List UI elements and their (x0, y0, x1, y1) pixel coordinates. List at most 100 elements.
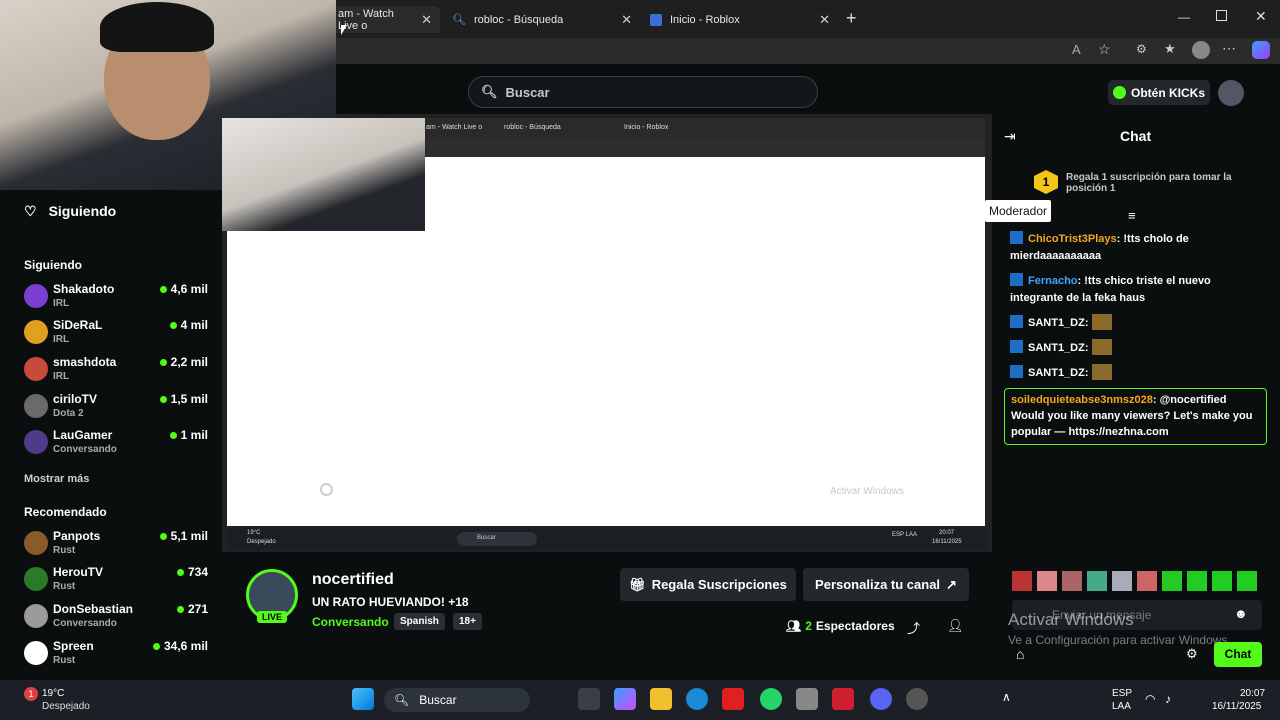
store-icon[interactable] (796, 688, 818, 710)
loading-spinner (320, 483, 333, 496)
rating-tag[interactable]: 18+ (453, 613, 482, 630)
channel-name[interactable]: nocertified (312, 571, 394, 589)
taskbar-time[interactable]: 20:07 (1240, 688, 1265, 699)
close-icon[interactable]: ✕ (621, 12, 632, 28)
emote-icon[interactable] (1187, 571, 1207, 591)
get-kicks-button[interactable]: Obtén KICKs (1108, 80, 1210, 105)
sidebar-channel[interactable]: ciriloTV Dota 2 1,5 mil (22, 392, 212, 426)
show-more-link[interactable]: Mostrar más (24, 473, 89, 485)
favorites-icon[interactable]: ★ (1164, 41, 1176, 57)
sidebar-channel[interactable]: SiDeRaL IRL 4 mil (22, 318, 212, 352)
emote-icon[interactable] (1112, 571, 1132, 591)
wps-icon[interactable] (832, 688, 854, 710)
follow-user-icon[interactable]: 👤︎ (947, 618, 964, 634)
gift-icon: 🎁︎ (629, 576, 646, 592)
chat-message: ChicoTrist3Plays: !tts cholo de mierdaaa… (1010, 231, 1189, 262)
wifi-icon[interactable]: ◠ (1145, 692, 1155, 706)
emote-icon[interactable] (1212, 571, 1232, 591)
sidebar-channel[interactable]: Shakadoto IRL 4,6 mil (22, 282, 212, 316)
mouse-cursor-icon (341, 25, 347, 35)
taskbar-weather[interactable]: 19°C (42, 688, 64, 699)
emote-icon[interactable] (1037, 571, 1057, 591)
profile-avatar[interactable] (1192, 41, 1210, 59)
settings-gear-icon[interactable]: ⚙ (1186, 646, 1198, 662)
avatar (24, 320, 48, 344)
emote-bar (1012, 571, 1262, 591)
close-icon[interactable]: ✕ (819, 12, 830, 28)
tab-title: Inicio - Roblox (670, 13, 740, 26)
following-header: Siguiendo (24, 258, 82, 272)
taskbar-lang[interactable]: ESP (1112, 688, 1132, 699)
emoji-icon[interactable]: ☻ (1234, 606, 1248, 621)
sidebar-channel[interactable]: smashdota IRL 2,2 mil (22, 355, 212, 389)
emote-icon[interactable] (1087, 571, 1107, 591)
shared-watermark: Activar Windows (830, 486, 904, 497)
copilot-icon[interactable] (1252, 41, 1270, 59)
maximize-icon[interactable] (1216, 10, 1227, 21)
pinned-icon[interactable]: ≡ (1128, 208, 1136, 223)
avatar (24, 357, 48, 381)
moderator-icon (1010, 315, 1023, 328)
chat-title: Chat (1120, 128, 1152, 144)
whatsapp-icon[interactable] (760, 688, 782, 710)
youtube-icon[interactable] (722, 688, 744, 710)
new-tab-button[interactable]: + (846, 8, 857, 29)
roblox-icon (650, 13, 662, 26)
tab-search[interactable]: 🔍︎ robloc - Búsqueda ✕ (444, 6, 640, 33)
gift-prompt[interactable]: Regala 1 suscripción para tomar la posic… (1066, 172, 1246, 194)
moderator-icon (1010, 231, 1023, 244)
emote-icon[interactable] (1237, 571, 1257, 591)
share-icon[interactable]: ⤴ (907, 618, 920, 637)
favorite-star-icon[interactable]: ☆ (1098, 41, 1111, 58)
sidebar-channel[interactable]: DonSebastian Conversando 271 (22, 602, 212, 636)
emote-icon[interactable] (1062, 571, 1082, 591)
close-icon[interactable]: ✕ (421, 12, 432, 28)
sidebar-channel[interactable]: Spreen Rust 34,6 mil (22, 639, 212, 673)
collapse-chat-icon[interactable]: ⇥ (1004, 128, 1016, 145)
emote-icon[interactable] (1012, 571, 1032, 591)
windows-start-icon[interactable] (352, 688, 374, 710)
tray-chevron-icon[interactable]: ∧ (1002, 690, 1011, 704)
window-close-icon[interactable]: ✕ (1255, 8, 1267, 25)
avatar (24, 531, 48, 555)
emote-icon[interactable] (1162, 571, 1182, 591)
customize-channel-button[interactable]: Personaliza tu canal ↗ (803, 568, 969, 601)
tab-roblox[interactable]: Inicio - Roblox ✕ (642, 6, 838, 33)
avatar (24, 394, 48, 418)
discord-icon[interactable] (870, 688, 892, 710)
avatar (24, 604, 48, 628)
language-tag[interactable]: Spanish (394, 613, 445, 630)
copilot-icon[interactable] (614, 688, 636, 710)
heart-icon: ♡ (24, 203, 37, 219)
sidebar-channel[interactable]: HerouTV Rust 734 (22, 565, 212, 599)
gift-shop-icon[interactable]: ⌂ (1016, 646, 1024, 662)
tab-title: robloc - Búsqueda (473, 13, 564, 26)
stream-category[interactable]: Conversando (312, 615, 389, 629)
moderator-icon (1010, 273, 1023, 286)
extensions-icon[interactable]: ⚙ (1136, 42, 1147, 56)
shared-taskbar: 19°C Despejado Buscar ESP LAA 20:07 16/1… (227, 528, 987, 550)
gift-subs-button[interactable]: 🎁︎ Regala Suscripciones (620, 568, 796, 601)
user-avatar[interactable] (1218, 80, 1244, 106)
chat-message: SANT1_DZ: (1010, 364, 1250, 382)
weather-badge: 1 (24, 687, 38, 701)
send-chat-button[interactable]: Chat (1214, 642, 1262, 667)
sidebar-channel[interactable]: LauGamer Conversando 1 mil (22, 428, 212, 462)
viewer-count: 734 (176, 565, 208, 579)
more-menu-icon[interactable]: ⋯ (1222, 40, 1236, 57)
shared-browser-tabs: am - Watch Live o robloc - Búsqueda Inic… (424, 118, 985, 140)
taskbar-search[interactable]: 🔍︎ Buscar (384, 688, 530, 712)
moderator-icon (1010, 340, 1023, 353)
edge-icon[interactable] (686, 688, 708, 710)
volume-icon[interactable]: ♪ (1165, 692, 1171, 706)
search-input[interactable]: 🔍︎ Buscar (468, 76, 818, 108)
viewer-count: 271 (176, 602, 208, 616)
sidebar-channel[interactable]: Panpots Rust 5,1 mil (22, 529, 212, 563)
obs-icon[interactable] (906, 688, 928, 710)
read-aloud-icon[interactable]: A (1072, 42, 1081, 57)
minimize-icon[interactable]: — (1178, 10, 1190, 24)
sidebar-following-title[interactable]: ♡ Siguiendo (24, 203, 116, 220)
file-explorer-icon[interactable] (650, 688, 672, 710)
emote-icon[interactable] (1137, 571, 1157, 591)
task-view-icon[interactable] (578, 688, 600, 710)
